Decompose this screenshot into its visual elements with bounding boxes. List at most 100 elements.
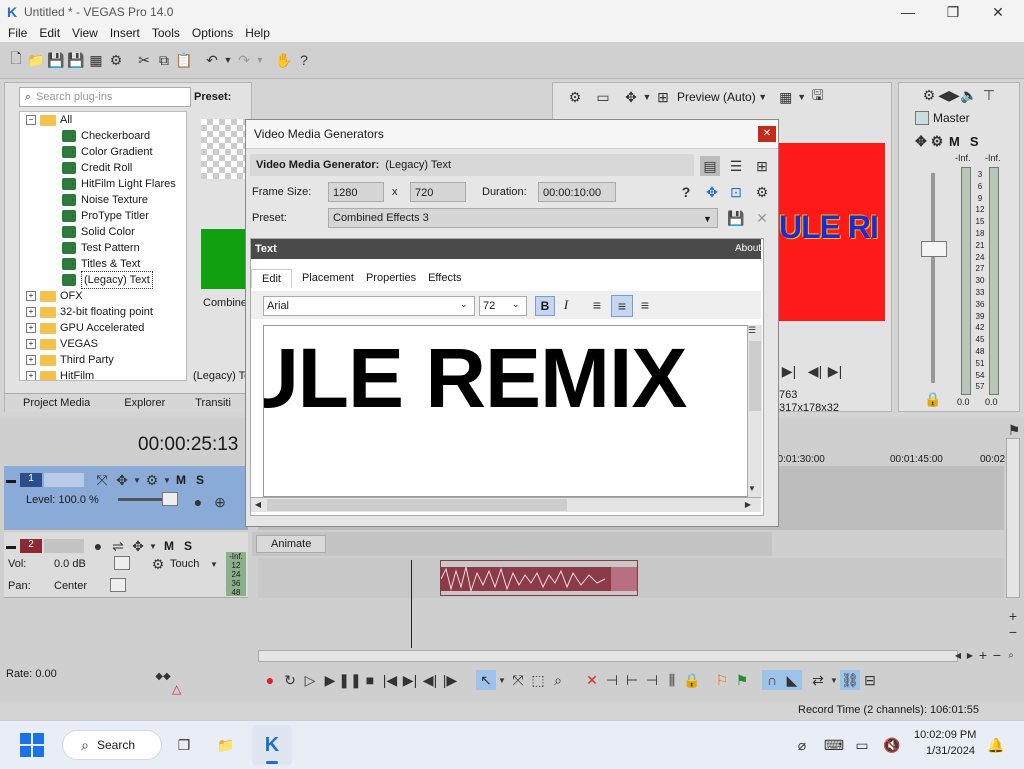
frame-width-input[interactable]: 1280 xyxy=(328,182,384,202)
plugin-chain-icon[interactable]: ⊡ xyxy=(726,182,746,202)
frame-height-input[interactable]: 720 xyxy=(410,182,466,202)
render-icon[interactable]: ▦ xyxy=(86,50,106,70)
master-fader-handle[interactable] xyxy=(921,241,947,257)
menu-tools[interactable]: Tools xyxy=(152,26,180,40)
ignore-grouping-icon[interactable]: ⊟ xyxy=(860,670,880,690)
automation-dropdown-icon[interactable]: ▼ xyxy=(208,554,220,574)
undo-icon[interactable]: ↶ xyxy=(202,50,222,70)
audio-track-header[interactable]: ▬ 2 ● ⇌ ✥ ▼ M S Vol: 0.0 dB ⚙ Touch ▼ Pa… xyxy=(4,532,248,598)
invert-phase-icon[interactable]: ⇌ xyxy=(108,536,128,556)
track-name-field[interactable] xyxy=(44,539,84,553)
save-preset-icon[interactable]: 💾 xyxy=(726,208,746,228)
duration-input[interactable]: 00:00:10:00 xyxy=(538,182,616,202)
fx-chain-icon[interactable]: ✥ xyxy=(112,470,132,490)
master-fader-track[interactable] xyxy=(931,173,935,383)
zoom-icon[interactable]: ⌕ xyxy=(1004,649,1018,661)
trim-end-icon[interactable]: ⊣ xyxy=(642,670,662,690)
gear-icon[interactable]: ⚙ xyxy=(919,85,939,105)
tree-item-plugin[interactable]: Solid Color xyxy=(20,224,186,240)
tree-item-plugin[interactable]: Noise Texture xyxy=(20,192,186,208)
region-icon[interactable]: ⚑ xyxy=(732,670,752,690)
copy-snapshot-icon[interactable]: 🖫 xyxy=(808,87,828,107)
sound-icon[interactable]: 🔇 xyxy=(882,735,902,755)
tab-project-media[interactable]: Project Media xyxy=(5,397,100,409)
about-button[interactable]: About xyxy=(735,243,761,254)
gear-icon[interactable]: ⚙ xyxy=(142,470,162,490)
fx-chain-icon[interactable]: ✥ xyxy=(128,536,148,556)
new-icon[interactable]: 🗋 xyxy=(6,50,26,70)
go-start-icon[interactable]: |◀ xyxy=(380,670,400,690)
solo-button[interactable]: S xyxy=(196,473,204,487)
preview-dropdown-icon[interactable]: ▼ xyxy=(756,87,770,107)
next-icon[interactable]: ▶| xyxy=(825,361,845,381)
tree-item-plugin[interactable]: Color Gradient xyxy=(20,144,186,160)
loop-icon[interactable]: ↻ xyxy=(280,670,300,690)
speaker-icon[interactable]: 🔈 xyxy=(959,85,979,105)
editor-hscroll[interactable]: ◀ ▶ xyxy=(251,497,761,512)
tree-item-all[interactable]: − All xyxy=(20,112,186,128)
gear-dropdown-icon[interactable]: ▼ xyxy=(162,470,172,490)
zoom-out-h-icon[interactable]: − xyxy=(990,647,1004,663)
editor-vscroll[interactable]: ☰ ▼ xyxy=(747,325,762,497)
tree-item-plugin[interactable]: Test Pattern xyxy=(20,240,186,256)
vegas-taskbar-button[interactable]: K xyxy=(252,725,292,765)
track-collapse-icon[interactable]: ▬ xyxy=(6,541,16,552)
arm-record-icon[interactable]: ● xyxy=(88,536,108,556)
menu-help[interactable]: Help xyxy=(245,26,270,40)
zoom-in-h-icon[interactable]: + xyxy=(976,647,990,663)
dialog-close-button[interactable]: ✕ xyxy=(758,126,776,142)
paste-icon[interactable]: 📋 xyxy=(174,50,194,70)
minimize-icon[interactable]: — xyxy=(898,2,918,22)
audio-event[interactable] xyxy=(440,560,638,596)
tab-placement[interactable]: Placement xyxy=(296,269,360,287)
taskbar-search[interactable]: ⌕ Search xyxy=(62,730,162,760)
tree-item-folder[interactable]: +32-bit floating point xyxy=(20,304,186,320)
composite-icon[interactable]: ● xyxy=(188,492,208,512)
tree-item-folder[interactable]: + HitFilm xyxy=(20,368,186,380)
tree-item-plugin[interactable]: ProType Titler xyxy=(20,208,186,224)
vscroll-thumb[interactable] xyxy=(749,341,761,411)
automation-icon[interactable]: ⚙ xyxy=(148,554,168,574)
expand-icon[interactable]: + xyxy=(26,323,36,333)
redo-dropdown-icon[interactable]: ▼ xyxy=(254,50,266,70)
tab-properties[interactable]: Properties xyxy=(360,269,422,287)
level-slider-handle[interactable] xyxy=(162,492,178,506)
automation-mode[interactable]: Touch xyxy=(170,558,199,570)
stop-icon[interactable]: ■ xyxy=(360,670,380,690)
fx-chain-icon[interactable]: ✥ xyxy=(702,182,722,202)
overlays-dropdown-icon[interactable]: ▼ xyxy=(796,87,808,107)
align-left-icon[interactable]: ≡ xyxy=(587,295,607,315)
settings-icon[interactable]: ⚙ xyxy=(106,50,126,70)
fx-dropdown-icon[interactable]: ▼ xyxy=(148,536,158,556)
tree-item-folder[interactable]: + Third Party xyxy=(20,352,186,368)
collapse-icon[interactable]: − xyxy=(26,115,36,125)
layout-icon[interactable]: ▤ xyxy=(700,156,720,176)
tree-item-plugin[interactable]: HitFilm Light Flares xyxy=(20,176,186,192)
clock-date[interactable]: 1/31/2024 xyxy=(926,745,975,757)
track-name-field[interactable] xyxy=(44,473,84,487)
mute-button[interactable]: M xyxy=(949,134,960,149)
playhead-cursor[interactable] xyxy=(411,560,412,648)
rate-marker-icon[interactable]: △ xyxy=(172,682,181,696)
timeline-hscroll[interactable] xyxy=(258,650,958,662)
scroll-right-icon[interactable]: ▶ xyxy=(964,649,976,661)
ripple-dropdown-icon[interactable]: ▼ xyxy=(828,670,840,690)
solo-button[interactable]: S xyxy=(184,539,192,553)
scroll-down-icon[interactable]: ▼ xyxy=(745,481,759,495)
preview-mode[interactable]: Preview (Auto) xyxy=(677,90,756,104)
expand-icon[interactable]: + xyxy=(26,339,36,349)
mute-button[interactable]: M xyxy=(176,473,186,487)
tab-edit[interactable]: Edit xyxy=(251,268,292,288)
timeline-vscroll[interactable] xyxy=(1006,438,1020,598)
preset-dropdown[interactable]: Combined Effects 3 ▼ xyxy=(328,208,718,228)
tree-item-folder[interactable]: + OFX xyxy=(20,288,186,304)
tree-item-plugin[interactable]: Checkerboard xyxy=(20,128,186,144)
pan-slider-handle[interactable] xyxy=(110,578,126,592)
clock-time[interactable]: 10:02:09 PM xyxy=(914,729,976,741)
video-track-header[interactable]: ▬ 1 ⤧ ✥ ▼ ⚙ ▼ M S Level: 100.0 % ● ⊕ xyxy=(4,466,248,530)
redo-icon[interactable]: ↷ xyxy=(234,50,254,70)
scroll-menu-icon[interactable]: ☰ xyxy=(745,323,759,337)
grid-view-icon[interactable]: ⊞ xyxy=(752,156,772,176)
tree-item-plugin-selected[interactable]: (Legacy) Text xyxy=(20,271,186,289)
auto-crossfade-icon[interactable]: ◣ xyxy=(782,670,802,690)
